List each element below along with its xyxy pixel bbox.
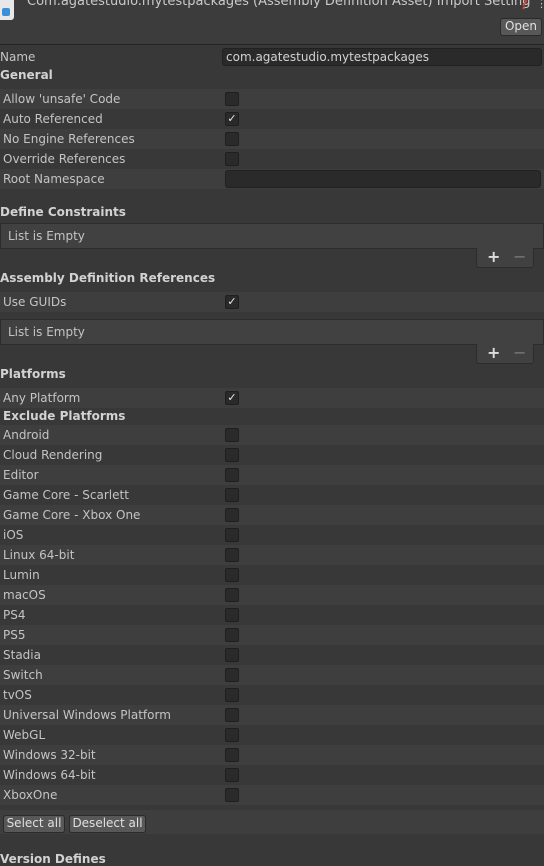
override-refs-label: Override References	[3, 152, 126, 166]
list-empty-text: List is Empty	[8, 229, 85, 243]
row-background	[0, 665, 544, 685]
platform-checkbox[interactable]	[225, 688, 239, 702]
inspector-title: Com.agatestudio.mytestpackages (Assembly…	[27, 0, 531, 9]
deselect-all-button[interactable]: Deselect all	[69, 815, 146, 833]
use-guids-checkbox[interactable]: ✓	[225, 295, 239, 309]
platform-label: Windows 64-bit	[3, 768, 96, 782]
platform-checkbox[interactable]	[225, 528, 239, 542]
platform-label: Switch	[3, 668, 43, 682]
platform-checkbox[interactable]	[225, 488, 239, 502]
kebab-menu-icon[interactable]: ⋮	[536, 0, 544, 10]
platform-checkbox[interactable]	[225, 448, 239, 462]
platform-label: Windows 32-bit	[3, 748, 96, 762]
assembly-definition-icon	[0, 0, 14, 20]
platform-label: Linux 64-bit	[3, 548, 75, 562]
row-background	[0, 625, 544, 645]
platform-label: Universal Windows Platform	[3, 708, 171, 722]
checkmark-icon: ✓	[227, 295, 237, 308]
define-constraints-list: List is Empty	[0, 223, 544, 249]
override-refs-checkbox[interactable]	[225, 152, 239, 166]
select-all-button[interactable]: Select all	[3, 815, 65, 833]
add-icon[interactable]: +	[487, 343, 500, 362]
no-engine-refs-label: No Engine References	[3, 132, 135, 146]
platforms-title: Platforms	[0, 367, 66, 381]
platform-checkbox[interactable]	[225, 648, 239, 662]
platform-label: macOS	[3, 588, 46, 602]
platform-checkbox[interactable]	[225, 588, 239, 602]
row-background	[0, 585, 544, 605]
allow-unsafe-checkbox[interactable]	[225, 92, 239, 106]
platform-checkbox[interactable]	[225, 428, 239, 442]
auto-referenced-label: Auto Referenced	[3, 112, 103, 126]
name-label: Name	[0, 50, 36, 64]
help-icon[interactable]: ❓	[517, 0, 531, 10]
root-namespace-field[interactable]	[225, 170, 541, 188]
row-background	[0, 785, 544, 805]
row-background	[0, 388, 544, 408]
row-background	[0, 292, 544, 312]
root-namespace-label: Root Namespace	[3, 172, 105, 186]
row-background	[0, 545, 544, 565]
row-background	[0, 465, 544, 485]
platform-label: XboxOne	[3, 788, 58, 802]
platform-label: Game Core - Xbox One	[3, 508, 141, 522]
allow-unsafe-label: Allow 'unsafe' Code	[3, 92, 121, 106]
name-field[interactable]: com.agatestudio.mytestpackages	[222, 48, 542, 66]
platform-label: Game Core - Scarlett	[3, 488, 129, 502]
general-title: General	[0, 68, 53, 82]
row-background	[0, 425, 544, 445]
assembly-refs-list-controls: + −	[476, 343, 534, 364]
platform-checkbox[interactable]	[225, 708, 239, 722]
platform-checkbox[interactable]	[225, 508, 239, 522]
platform-label: PS5	[3, 628, 26, 642]
no-engine-refs-checkbox[interactable]	[225, 132, 239, 146]
auto-referenced-checkbox[interactable]: ✓	[225, 112, 239, 126]
remove-icon[interactable]: −	[513, 247, 526, 266]
remove-icon[interactable]: −	[513, 343, 526, 362]
define-constraints-title: Define Constraints	[0, 205, 126, 219]
platform-checkbox[interactable]	[225, 788, 239, 802]
any-platform-checkbox[interactable]: ✓	[225, 391, 239, 405]
platform-checkbox[interactable]	[225, 748, 239, 762]
platform-checkbox[interactable]	[225, 608, 239, 622]
platform-label: PS4	[3, 608, 26, 622]
exclude-platforms-title: Exclude Platforms	[3, 409, 126, 423]
platform-checkbox[interactable]	[225, 668, 239, 682]
platform-label: Stadia	[3, 648, 41, 662]
platform-checkbox[interactable]	[225, 628, 239, 642]
platform-label: Android	[3, 428, 50, 442]
platform-checkbox[interactable]	[225, 728, 239, 742]
list-empty-text: List is Empty	[8, 325, 85, 339]
assembly-refs-list: List is Empty	[0, 319, 544, 345]
add-icon[interactable]: +	[487, 247, 500, 266]
use-guids-label: Use GUIDs	[3, 295, 67, 309]
checkmark-icon: ✓	[227, 391, 237, 404]
platform-label: Lumin	[3, 568, 40, 582]
platform-checkbox[interactable]	[225, 568, 239, 582]
any-platform-label: Any Platform	[3, 391, 81, 405]
platform-checkbox[interactable]	[225, 768, 239, 782]
checkmark-icon: ✓	[227, 112, 237, 125]
platform-label: Cloud Rendering	[3, 448, 103, 462]
platform-label: iOS	[3, 528, 24, 542]
define-constraints-list-controls: + −	[476, 247, 534, 268]
platform-label: Editor	[3, 468, 39, 482]
platform-checkbox[interactable]	[225, 468, 239, 482]
assembly-refs-title: Assembly Definition References	[0, 271, 216, 285]
name-field-value: com.agatestudio.mytestpackages	[226, 50, 430, 64]
platform-label: WebGL	[3, 728, 46, 742]
open-button[interactable]: Open	[500, 18, 542, 36]
platform-label: tvOS	[3, 688, 32, 702]
platform-checkbox[interactable]	[225, 548, 239, 562]
